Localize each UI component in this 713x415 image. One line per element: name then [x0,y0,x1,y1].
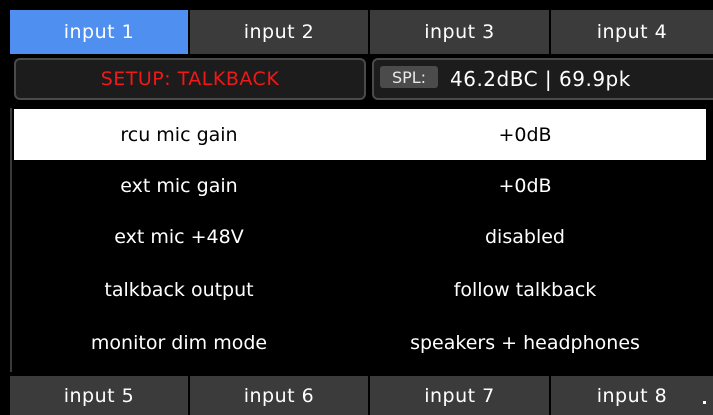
tab-input-5[interactable]: input 5 [10,376,188,415]
tab-input-6[interactable]: input 6 [190,376,368,415]
setting-value: +0dB [498,123,552,146]
tab-label: input 4 [596,21,668,43]
setting-label: rcu mic gain [120,123,238,146]
tab-label: input 1 [63,21,135,43]
setting-label: ext mic gain [120,174,238,197]
setting-value: +0dB [498,174,552,197]
setting-row-talkback-output[interactable]: talkback output follow talkback [14,264,706,315]
tab-label: input 7 [424,384,495,407]
tab-label: input 2 [243,21,315,43]
tab-label: input 6 [243,384,315,407]
tab-input-7[interactable]: input 7 [370,376,549,415]
spl-meter: SPL: 46.2dBC | 69.9pk [372,58,713,100]
setting-row-ext-mic-gain[interactable]: ext mic gain +0dB [14,160,706,211]
setting-row-ext-mic-48v[interactable]: ext mic +48V disabled [14,211,706,262]
tab-label: input 5 [63,384,135,407]
setting-label: monitor dim mode [90,331,268,354]
tab-input-1[interactable]: input 1 [10,10,188,54]
spl-label: SPL: [380,66,438,88]
status-dot [703,401,706,404]
tab-input-3[interactable]: input 3 [370,10,549,54]
tab-label: input 8 [596,384,668,407]
tab-label: input 3 [424,21,495,43]
setting-value: disabled [485,225,565,248]
setting-label: talkback output [104,278,254,301]
setting-label: ext mic +48V [114,225,244,248]
spl-value: 46.2dBC | 69.9pk [450,67,631,91]
setup-title: SETUP: TALKBACK [100,68,280,90]
setting-row-rcu-mic-gain[interactable]: rcu mic gain +0dB [14,109,706,160]
setup-header: SETUP: TALKBACK [14,58,366,100]
tab-input-8[interactable]: input 8 [551,376,713,415]
setting-row-monitor-dim-mode[interactable]: monitor dim mode speakers + headphones [14,317,706,368]
tab-input-2[interactable]: input 2 [190,10,368,54]
setting-value: follow talkback [453,278,597,301]
setting-value: speakers + headphones [410,331,640,354]
tab-input-4[interactable]: input 4 [551,10,713,54]
